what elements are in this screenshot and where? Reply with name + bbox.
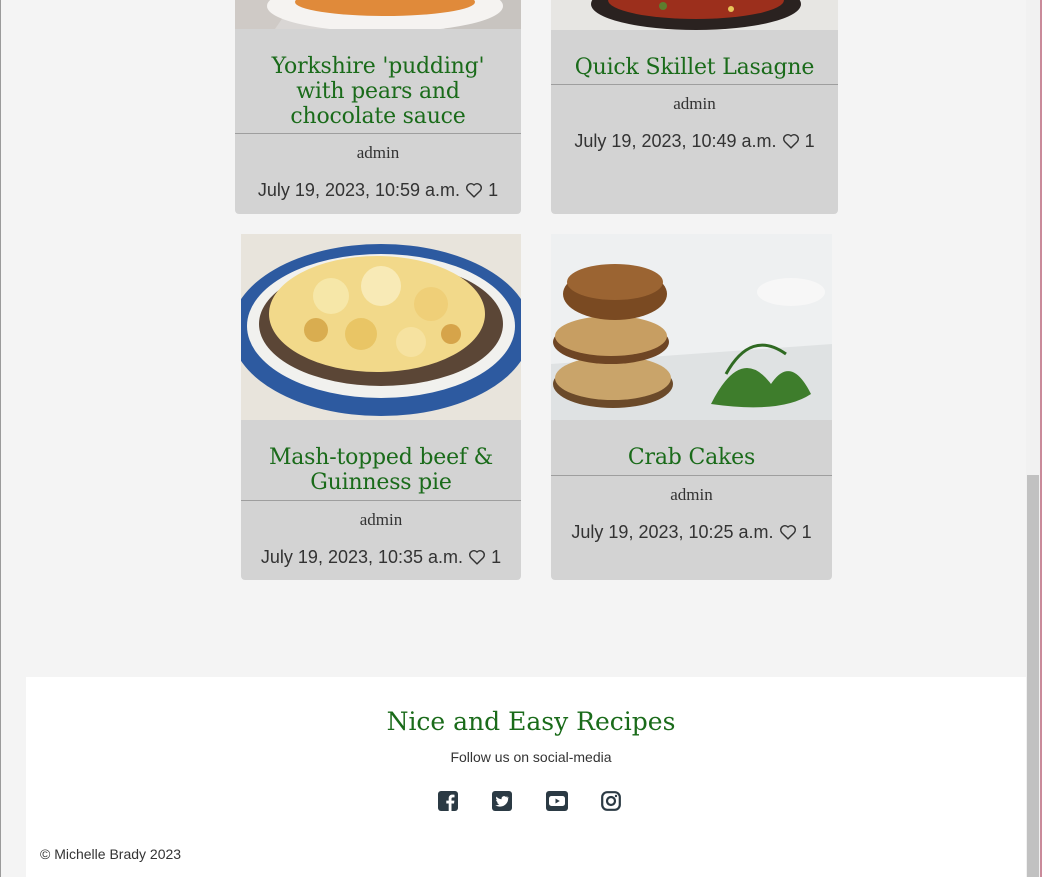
footer-follow-text: Follow us on social-media <box>450 749 612 765</box>
recipe-author: admin <box>356 143 400 162</box>
heart-icon[interactable] <box>465 182 483 203</box>
recipe-title[interactable]: Quick Skillet Lasagne <box>575 55 815 80</box>
recipe-title-box: Quick Skillet Lasagne <box>551 50 838 85</box>
recipe-date: July 19, 2023, 10:59 a.m. <box>257 180 461 200</box>
recipe-meta: July 19, 2023, 10:35 a.m. 1 <box>241 547 521 570</box>
like-count: 1 <box>488 180 499 200</box>
footer-brand: Nice and Easy Recipes <box>386 707 676 736</box>
instagram-icon[interactable] <box>601 791 623 813</box>
recipe-card-guinness-pie[interactable]: Mash-topped beef & Guinness pie admin Ju… <box>241 234 521 580</box>
recipe-title-box: Mash-topped beef & Guinness pie <box>241 440 521 501</box>
window-edge <box>0 0 1 877</box>
facebook-icon[interactable] <box>438 791 460 813</box>
recipe-meta: July 19, 2023, 10:59 a.m. 1 <box>235 180 521 203</box>
recipe-image[interactable] <box>235 0 521 49</box>
recipe-card-crab-cakes[interactable]: Crab Cakes admin July 19, 2023, 10:25 a.… <box>551 234 832 580</box>
heart-icon[interactable] <box>779 524 797 545</box>
recipe-title[interactable]: Yorkshire 'pudding' with pears and choco… <box>258 54 498 129</box>
recipe-title-box: Yorkshire 'pudding' with pears and choco… <box>235 49 521 134</box>
twitter-icon[interactable] <box>492 791 514 813</box>
recipe-title-box: Crab Cakes <box>551 440 832 476</box>
recipe-image[interactable] <box>241 234 521 440</box>
recipe-meta: July 19, 2023, 10:49 a.m. 1 <box>551 131 838 154</box>
recipe-image[interactable] <box>551 234 832 440</box>
recipe-author: admin <box>670 485 713 504</box>
recipe-author: admin <box>673 94 716 113</box>
recipe-meta: July 19, 2023, 10:25 a.m. 1 <box>551 522 832 545</box>
recipe-title[interactable]: Mash-topped beef & Guinness pie <box>251 445 511 495</box>
recipe-date: July 19, 2023, 10:25 a.m. <box>571 522 774 542</box>
scrollbar-thumb[interactable] <box>1027 475 1039 877</box>
recipe-card-lasagne[interactable]: Quick Skillet Lasagne admin July 19, 202… <box>551 0 838 214</box>
site-footer: Nice and Easy Recipes Follow us on socia… <box>26 677 1026 877</box>
copyright: © Michelle Brady 2023 <box>40 846 182 862</box>
recipe-date: July 19, 2023, 10:49 a.m. <box>574 131 777 151</box>
heart-icon[interactable] <box>468 549 486 570</box>
recipe-image[interactable] <box>551 0 838 50</box>
recipe-card-yorkshire[interactable]: Yorkshire 'pudding' with pears and choco… <box>235 0 521 214</box>
recipe-title[interactable]: Crab Cakes <box>628 445 755 470</box>
youtube-icon[interactable] <box>546 791 568 813</box>
heart-icon[interactable] <box>782 133 800 154</box>
recipe-author: admin <box>359 510 403 529</box>
like-count: 1 <box>491 547 502 567</box>
recipe-date: July 19, 2023, 10:35 a.m. <box>260 547 464 567</box>
like-count: 1 <box>804 131 815 151</box>
like-count: 1 <box>801 522 812 542</box>
